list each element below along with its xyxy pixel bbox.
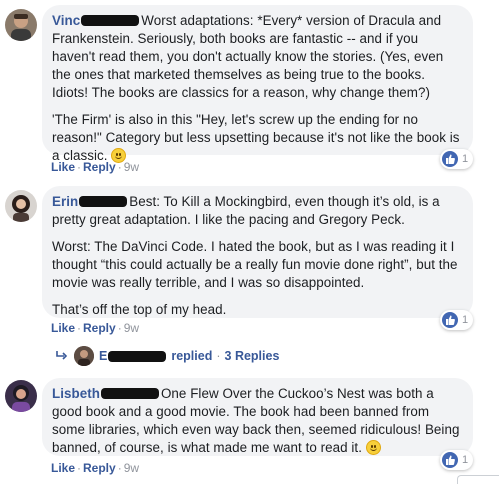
avatar-photo: [5, 9, 37, 41]
reaction-count[interactable]: 1: [440, 149, 474, 169]
reply-link[interactable]: Reply: [83, 461, 116, 475]
redacted-name: [81, 15, 140, 26]
comment-paragraph: That’s off the top of my head.: [52, 301, 461, 319]
reaction-count-text: 1: [462, 314, 469, 326]
reply-verb: replied: [171, 349, 213, 363]
reaction-count-text: 1: [462, 153, 469, 165]
avatar[interactable]: [5, 380, 37, 412]
comment-paragraph: 'The Firm' is also in this "Hey, let's s…: [52, 111, 461, 165]
comment-bubble: Erin Best: To Kill a Mockingbird, even th…: [42, 186, 473, 318]
view-replies-link[interactable]: Ereplied · 3 Replies: [56, 345, 279, 367]
comment-paragraph: Erin Best: To Kill a Mockingbird, even th…: [52, 193, 461, 229]
comment-paragraph: Vinc Worst adaptations: *Every* version o…: [52, 12, 461, 102]
reply-count[interactable]: 3 Replies: [225, 349, 280, 363]
thumbs-up-icon: [442, 312, 458, 328]
thumbs-up-icon: [442, 151, 458, 167]
redacted-name: [79, 196, 128, 207]
comment-paragraph: Lisbeth One Flew Over the Cuckoo’s Nest w…: [52, 385, 461, 457]
wink-emoji-icon: [365, 440, 381, 455]
comment-actions: Like · Reply · 9w: [51, 160, 140, 174]
avatar[interactable]: [5, 9, 37, 41]
comment-author[interactable]: Erin: [52, 194, 78, 209]
comment-text: That’s off the top of my head.: [52, 302, 227, 317]
avatar-photo: [5, 380, 37, 412]
reply-arrow-icon: [56, 348, 68, 364]
thumbs-up-icon: [442, 452, 458, 468]
comment-bubble: Vinc Worst adaptations: *Every* version o…: [42, 5, 473, 163]
reply-avatar: [74, 346, 94, 366]
reply-link[interactable]: Reply: [83, 321, 116, 335]
reaction-count-text: 1: [462, 454, 469, 466]
reaction-count[interactable]: 1: [440, 450, 474, 470]
avatar-photo: [5, 190, 37, 222]
redacted-name: [108, 350, 167, 362]
redacted-name: [100, 388, 159, 399]
avatar[interactable]: [5, 190, 37, 222]
reply-input-edge[interactable]: [457, 475, 499, 484]
comment-actions: Like · Reply · 9w: [51, 461, 140, 475]
reply-link[interactable]: Reply: [83, 160, 116, 174]
comment-bubble: Lisbeth One Flew Over the Cuckoo’s Nest w…: [42, 378, 473, 456]
reply-author[interactable]: E: [99, 349, 107, 363]
comment-paragraph: Worst: The DaVinci Code. I hated the boo…: [52, 238, 461, 292]
reaction-count[interactable]: 1: [440, 310, 474, 330]
comment-author[interactable]: Lisbeth: [52, 386, 100, 401]
timestamp[interactable]: 9w: [124, 160, 139, 174]
timestamp[interactable]: 9w: [124, 321, 139, 335]
like-link[interactable]: Like: [51, 321, 75, 335]
comment-text: Worst: The DaVinci Code. I hated the boo…: [52, 239, 458, 290]
comment-author[interactable]: Vinc: [52, 13, 80, 28]
like-link[interactable]: Like: [51, 160, 75, 174]
timestamp[interactable]: 9w: [124, 461, 139, 475]
like-link[interactable]: Like: [51, 461, 75, 475]
comment-actions: Like · Reply · 9w: [51, 321, 140, 335]
comment-text: Worst adaptations: *Every* version of Dr…: [52, 13, 444, 100]
